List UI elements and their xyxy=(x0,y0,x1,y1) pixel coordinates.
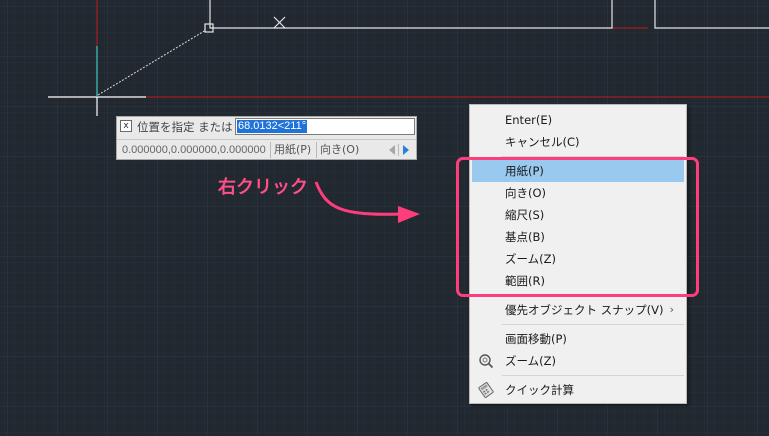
menu-separator xyxy=(502,324,684,325)
coordinate-input-value[interactable]: 68.0132<211° xyxy=(237,120,308,133)
arrow-right-icon[interactable] xyxy=(403,145,409,155)
highlight-frame xyxy=(456,157,699,297)
option-direction[interactable]: 向き(O) xyxy=(320,142,359,158)
calculator-icon xyxy=(478,382,494,398)
coordinate-input[interactable]: 68.0132<211° xyxy=(235,118,415,135)
dynamic-input-prompt[interactable]: x 位置を指定 または 68.0132<211° 0.000000,0.0000… xyxy=(116,116,417,160)
menu-item-pan[interactable]: 画面移動(P) xyxy=(472,328,684,350)
menu-item-label: Enter(E) xyxy=(505,113,553,127)
menu-item-label: キャンセル(C) xyxy=(505,135,580,149)
arrow-left-icon[interactable] xyxy=(389,145,395,155)
menu-item-cancel[interactable]: キャンセル(C) xyxy=(472,131,684,153)
option-separator xyxy=(398,144,399,156)
submenu-arrow-icon: › xyxy=(669,303,674,316)
menu-item-osnap[interactable]: 優先オブジェクト スナップ(V) › xyxy=(472,299,684,321)
right-click-annotation: 右クリック xyxy=(218,177,308,198)
menu-item-label: 優先オブジェクト スナップ(V) xyxy=(505,303,664,317)
menu-item-label: ズーム(Z) xyxy=(505,354,557,368)
prompt-input-row: x 位置を指定 または 68.0132<211° xyxy=(117,117,416,138)
menu-item-zoom[interactable]: ズーム(Z) xyxy=(472,350,684,372)
menu-item-label: 画面移動(P) xyxy=(505,332,567,346)
zoom-magnifier-icon xyxy=(479,354,494,369)
prompt-label: 位置を指定 または xyxy=(137,120,233,134)
menu-separator xyxy=(502,375,684,376)
prompt-options-row: 0.000000,0.000000,0.000000 用紙(P) 向き(O) xyxy=(117,139,416,160)
close-icon[interactable]: x xyxy=(120,120,132,132)
option-separator xyxy=(270,142,271,158)
coordinates-readout: 0.000000,0.000000,0.000000 xyxy=(122,144,266,156)
menu-item-quickcalc[interactable]: クイック計算 xyxy=(472,379,684,401)
option-separator xyxy=(316,142,317,158)
menu-item-enter[interactable]: Enter(E) xyxy=(472,109,684,131)
option-paper[interactable]: 用紙(P) xyxy=(274,142,311,158)
menu-item-label: クイック計算 xyxy=(505,383,574,397)
